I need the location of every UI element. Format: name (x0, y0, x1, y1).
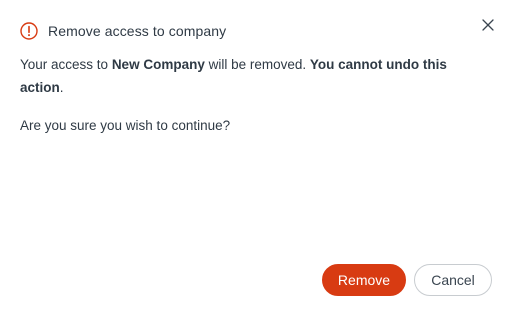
remove-access-dialog: Remove access to company Your access to … (0, 0, 515, 312)
close-icon (480, 17, 496, 33)
cancel-button[interactable]: Cancel (414, 264, 492, 296)
dialog-title: Remove access to company (48, 23, 227, 39)
message-suffix: . (59, 80, 64, 95)
message-prefix: Your access to (20, 57, 112, 72)
remove-button[interactable]: Remove (322, 264, 406, 296)
close-button[interactable] (480, 17, 496, 33)
confirm-question: Are you sure you wish to continue? (20, 118, 231, 133)
dialog-header: Remove access to company (20, 20, 226, 42)
message-middle: will be removed. (204, 57, 310, 72)
company-name: New Company (111, 57, 205, 72)
alert-circle-icon (20, 22, 38, 40)
dialog-message: Your access to New Company will be remov… (20, 53, 485, 99)
